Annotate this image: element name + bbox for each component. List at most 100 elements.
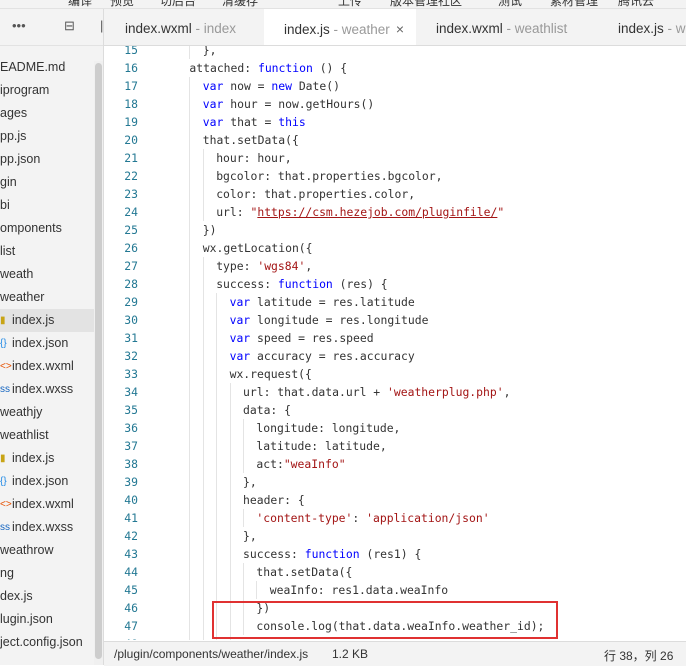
- line-number: 28: [124, 277, 138, 291]
- file-tree-item[interactable]: weather: [0, 286, 94, 309]
- code-token: weaInfo: res1.data.weaInfo: [269, 583, 449, 597]
- code-text: }): [203, 221, 217, 239]
- collapse-all-icon[interactable]: ⊟: [64, 18, 75, 34]
- code-token: var: [202, 79, 224, 93]
- file-tree-item[interactable]: pp.js: [0, 125, 94, 148]
- indent-guide: [216, 491, 218, 509]
- code-token: success:: [243, 547, 305, 561]
- code-line: 21 hour: hour,: [104, 149, 686, 167]
- indent-guide: [202, 437, 204, 455]
- indent-guide: [229, 491, 231, 509]
- editor-tab[interactable]: index.js - weath: [598, 9, 686, 45]
- line-number: 37: [124, 439, 138, 453]
- file-tree-item[interactable]: iprogram: [0, 79, 94, 102]
- explorer-toolbar: ••• ⊟ |: [0, 9, 103, 46]
- code-line: 33 wx.request({: [104, 365, 686, 383]
- tab-context: - weather: [329, 22, 390, 37]
- code-line: 34 url: that.data.url + 'weatherplug.php'…: [104, 383, 686, 401]
- file-tree-item[interactable]: gin: [0, 171, 94, 194]
- file-tree-item[interactable]: EADME.md: [0, 56, 94, 79]
- indent-guide: [189, 131, 191, 149]
- file-tree-item[interactable]: ▮ index.js: [0, 309, 94, 332]
- editor-tab[interactable]: index.wxml - index: [104, 9, 264, 45]
- file-tree-item[interactable]: lugin.json: [0, 608, 94, 631]
- file-tree-item[interactable]: {} index.json: [0, 332, 94, 355]
- file-js-icon: ▮: [0, 453, 6, 464]
- code-text: var accuracy = res.accuracy: [230, 347, 415, 365]
- indent-guide: [229, 527, 231, 545]
- code-text: attached: function () {: [189, 59, 347, 77]
- file-tree-item[interactable]: dex.js: [0, 585, 94, 608]
- explorer-scrollbar-thumb[interactable]: [95, 63, 102, 659]
- code-line: 32 var accuracy = res.accuracy: [104, 347, 686, 365]
- file-tree-item[interactable]: bi: [0, 194, 94, 217]
- top-menu-item[interactable]: 测试: [498, 0, 522, 8]
- file-tree-item[interactable]: weathlist: [0, 424, 94, 447]
- file-tree-item[interactable]: {} index.json: [0, 470, 94, 493]
- indent-guide: [202, 149, 204, 167]
- indent-guide: [189, 275, 191, 293]
- file-tree-item[interactable]: weath: [0, 263, 94, 286]
- file-tree-item[interactable]: <> index.wxml: [0, 493, 94, 516]
- top-menu-item[interactable]: 编译: [68, 0, 92, 8]
- file-tree-item[interactable]: omponents: [0, 217, 94, 240]
- code-token: url:: [216, 205, 251, 219]
- indent-guide: [202, 275, 204, 293]
- file-tree-item[interactable]: ng: [0, 562, 94, 585]
- split-icon[interactable]: |: [100, 18, 103, 33]
- line-number: 16: [124, 61, 138, 75]
- code-editor[interactable]: 15}, 16 attached: function () {17 var now =…: [104, 46, 686, 640]
- top-menu-item[interactable]: 版本管理: [390, 0, 438, 8]
- explorer-scrollbar[interactable]: [94, 61, 103, 665]
- editor-tab[interactable]: index.js - weather ×: [264, 9, 416, 45]
- indent-guide: [189, 419, 191, 437]
- file-tree-item[interactable]: weathrow: [0, 539, 94, 562]
- indent-guide: [202, 401, 204, 419]
- top-menu-item[interactable]: 腾讯云: [618, 0, 654, 8]
- file-tree-item[interactable]: list: [0, 240, 94, 263]
- close-tab-icon[interactable]: ×: [396, 21, 404, 37]
- file-tree-item[interactable]: pp.json: [0, 148, 94, 171]
- indent-guide: [202, 509, 204, 527]
- line-number: 22: [124, 169, 138, 183]
- code-text: data: {: [243, 401, 291, 419]
- file-tree-label: lugin.json: [0, 612, 53, 626]
- indent-guide: [229, 581, 231, 599]
- status-file-path: /plugin/components/weather/index.js: [114, 647, 309, 661]
- file-tree-label: weathrow: [0, 543, 54, 557]
- file-tree-item[interactable]: ▮ index.js: [0, 447, 94, 470]
- more-icon[interactable]: •••: [12, 18, 26, 33]
- file-tree-item[interactable]: weathjy: [0, 401, 94, 424]
- status-cursor-position[interactable]: 行 38，列 26: [604, 647, 673, 664]
- indent-guide: [229, 563, 231, 581]
- indent-guide: [243, 563, 244, 581]
- file-tree-item[interactable]: ss index.wxss: [0, 516, 94, 539]
- code-token: longitude = res.longitude: [250, 313, 429, 327]
- indent-guide: [189, 347, 191, 365]
- line-number: 31: [124, 331, 138, 345]
- file-tree-item[interactable]: ss index.wxss: [0, 378, 94, 401]
- top-menu-item[interactable]: 社区: [438, 0, 462, 8]
- top-menu-item[interactable]: 上传: [338, 0, 362, 8]
- line-number: 40: [124, 493, 138, 507]
- top-menu-item[interactable]: 切后台: [160, 0, 196, 8]
- line-number: 20: [124, 133, 138, 147]
- file-tree-item[interactable]: ages: [0, 102, 94, 125]
- code-token: (res1) {: [359, 547, 422, 561]
- code-line: 22 bgcolor: that.properties.bgcolor,: [104, 167, 686, 185]
- tab-filename: index.js: [618, 21, 664, 36]
- file-wxml-icon: <>: [0, 361, 12, 372]
- file-tree-item[interactable]: ject.config.json: [0, 631, 94, 654]
- line-number: 47: [124, 619, 138, 633]
- file-tree-item[interactable]: <> index.wxml: [0, 355, 94, 378]
- code-line: 25}): [104, 221, 686, 239]
- editor-tab[interactable]: index.wxml - weathlist: [416, 9, 598, 45]
- top-menu-item[interactable]: 预览: [110, 0, 134, 8]
- line-number: 26: [124, 241, 138, 255]
- top-menu-item[interactable]: 素材管理: [550, 0, 598, 8]
- top-menu-item[interactable]: 清缓存: [222, 0, 258, 8]
- indent-guide: [229, 545, 231, 563]
- code-token: that.setData({: [202, 133, 299, 147]
- indent-guide: [229, 437, 231, 455]
- indent-guide: [229, 455, 231, 473]
